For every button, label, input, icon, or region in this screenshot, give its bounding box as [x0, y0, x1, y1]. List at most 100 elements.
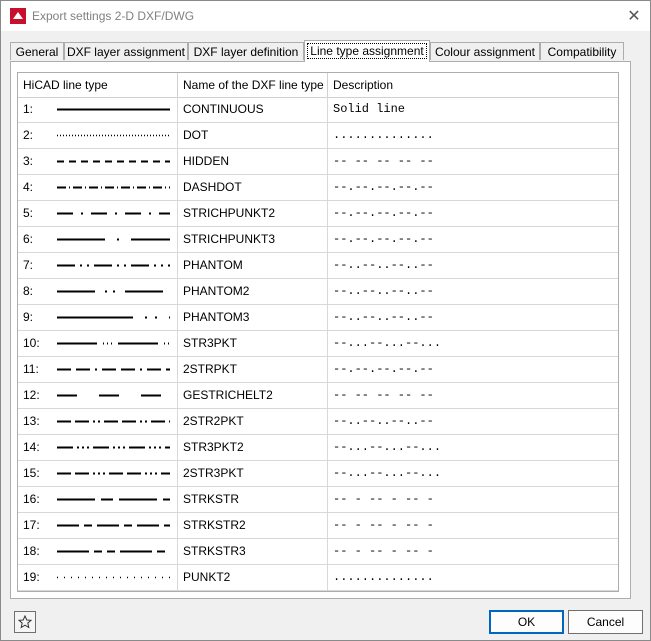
- cell-description[interactable]: -- - -- - -- -: [328, 513, 468, 538]
- cell-description[interactable]: -- - -- - -- -: [328, 487, 468, 512]
- table-row[interactable]: 8: PHANTOM2 --..--..--..--: [18, 279, 618, 305]
- cell-hicad-line-type[interactable]: 7:: [18, 253, 178, 278]
- tab-dxf-layer-definition[interactable]: DXF layer definition: [188, 42, 304, 60]
- table-row[interactable]: 4: DASHDOT --.--.--.--.--: [18, 175, 618, 201]
- cell-description[interactable]: --..--..--..--: [328, 279, 468, 304]
- table-row[interactable]: 2: DOT..............: [18, 123, 618, 149]
- cell-dxf-line-type-name[interactable]: GESTRICHELT2: [178, 383, 328, 408]
- cell-description[interactable]: Solid line: [328, 97, 468, 122]
- header-description[interactable]: Description: [328, 73, 618, 97]
- cell-description[interactable]: --...--...--...: [328, 435, 468, 460]
- cell-description[interactable]: --...--...--...: [328, 461, 468, 486]
- cell-hicad-line-type[interactable]: 10:: [18, 331, 178, 356]
- table-row[interactable]: 6: STRICHPUNKT3 --.--.--.--.--: [18, 227, 618, 253]
- ok-button[interactable]: OK: [489, 610, 564, 634]
- cell-hicad-line-type[interactable]: 8:: [18, 279, 178, 304]
- table-row[interactable]: 9: PHANTOM3 --..--..--..--: [18, 305, 618, 331]
- cell-hicad-line-type[interactable]: 1:: [18, 97, 178, 122]
- cell-hicad-line-type[interactable]: 11:: [18, 357, 178, 382]
- table-row[interactable]: 12: GESTRICHELT2 -- -- -- -- --: [18, 383, 618, 409]
- cell-dxf-line-type-name[interactable]: PHANTOM: [178, 253, 328, 278]
- cell-hicad-line-type[interactable]: 15:: [18, 461, 178, 486]
- tab-general[interactable]: General: [10, 42, 64, 60]
- tab-colour-assignment[interactable]: Colour assignment: [430, 42, 540, 60]
- cell-dxf-line-type-name[interactable]: CONTINUOUS: [178, 97, 328, 122]
- cell-hicad-line-type[interactable]: 9:: [18, 305, 178, 330]
- cell-hicad-line-type[interactable]: 16:: [18, 487, 178, 512]
- cell-dxf-line-type-name[interactable]: STRKSTR: [178, 487, 328, 512]
- cell-description[interactable]: ..............: [328, 565, 468, 590]
- table-row[interactable]: 15: 2STR3PKT --...--...--...: [18, 461, 618, 487]
- table-row[interactable]: 13: 2STR2PKT --..--..--..--: [18, 409, 618, 435]
- cell-dxf-line-type-name[interactable]: STR3PKT: [178, 331, 328, 356]
- cell-hicad-line-type[interactable]: 19:: [18, 565, 178, 590]
- line-type-sample: [57, 498, 170, 501]
- table-row[interactable]: 18: STRKSTR3 -- - -- - -- -: [18, 539, 618, 565]
- tab-compatibility[interactable]: Compatibility: [540, 42, 624, 60]
- line-type-sample: [57, 368, 170, 371]
- table-row[interactable]: 3: HIDDEN -- -- -- -- --: [18, 149, 618, 175]
- cell-description[interactable]: -- - -- - -- -: [328, 539, 468, 564]
- cell-hicad-line-type[interactable]: 4:: [18, 175, 178, 200]
- cell-hicad-line-type[interactable]: 17:: [18, 513, 178, 538]
- cell-hicad-line-type[interactable]: 12:: [18, 383, 178, 408]
- cell-hicad-line-type[interactable]: 13:: [18, 409, 178, 434]
- cell-dxf-line-type-name[interactable]: 2STRPKT: [178, 357, 328, 382]
- table-row[interactable]: 19: PUNKT2..............: [18, 565, 618, 591]
- table-row[interactable]: 11: 2STRPKT --.--.--.--.--: [18, 357, 618, 383]
- favorites-button[interactable]: [14, 611, 36, 633]
- cell-dxf-line-type-name[interactable]: STRICHPUNKT2: [178, 201, 328, 226]
- cell-dxf-line-type-name[interactable]: PHANTOM3: [178, 305, 328, 330]
- cell-hicad-line-type[interactable]: 2:: [18, 123, 178, 148]
- tab-dxf-layer-assignment[interactable]: DXF layer assignment: [64, 42, 188, 60]
- cell-dxf-line-type-name[interactable]: DASHDOT: [178, 175, 328, 200]
- row-number: 14:: [23, 440, 40, 454]
- table-row[interactable]: 14: STR3PKT2 --...--...--...: [18, 435, 618, 461]
- table-row[interactable]: 7: PHANTOM --..--..--..--: [18, 253, 618, 279]
- cell-description[interactable]: ..............: [328, 123, 468, 148]
- row-number: 17:: [23, 518, 40, 532]
- cell-dxf-line-type-name[interactable]: STRICHPUNKT3: [178, 227, 328, 252]
- cell-dxf-line-type-name[interactable]: STRKSTR2: [178, 513, 328, 538]
- cell-description[interactable]: --.--.--.--.--: [328, 201, 468, 226]
- header-dxf-line-type-name[interactable]: Name of the DXF line type: [178, 73, 328, 97]
- cell-hicad-line-type[interactable]: 6:: [18, 227, 178, 252]
- line-type-table[interactable]: HiCAD line type Name of the DXF line typ…: [17, 72, 619, 592]
- cell-description[interactable]: --.--.--.--.--: [328, 357, 468, 382]
- tab-label: DXF layer assignment: [66, 45, 186, 59]
- row-number: 15:: [23, 466, 40, 480]
- table-row[interactable]: 5: STRICHPUNKT2 --.--.--.--.--: [18, 201, 618, 227]
- cell-hicad-line-type[interactable]: 5:: [18, 201, 178, 226]
- cell-description[interactable]: -- -- -- -- --: [328, 383, 468, 408]
- cell-dxf-line-type-name[interactable]: 2STR2PKT: [178, 409, 328, 434]
- cell-description[interactable]: -- -- -- -- --: [328, 149, 468, 174]
- table-row[interactable]: 10: STR3PKT --...--...--...: [18, 331, 618, 357]
- cell-description[interactable]: --.--.--.--.--: [328, 227, 468, 252]
- cancel-button[interactable]: Cancel: [568, 610, 643, 634]
- row-number: 4:: [23, 180, 34, 194]
- cell-description[interactable]: --..--..--..--: [328, 253, 468, 278]
- close-button[interactable]: ✕: [622, 5, 646, 27]
- table-row[interactable]: 1: CONTINUOUS Solid line: [18, 97, 618, 123]
- row-number: 10:: [23, 336, 40, 350]
- row-number: 2:: [23, 128, 34, 142]
- table-row[interactable]: 16: STRKSTR -- - -- - -- -: [18, 487, 618, 513]
- cell-description[interactable]: --..--..--..--: [328, 409, 468, 434]
- cell-hicad-line-type[interactable]: 18:: [18, 539, 178, 564]
- cell-description[interactable]: --.--.--.--.--: [328, 175, 468, 200]
- cell-dxf-line-type-name[interactable]: PUNKT2: [178, 565, 328, 590]
- header-hicad-line-type[interactable]: HiCAD line type: [18, 73, 178, 97]
- tab-line-type-assignment[interactable]: Line type assignment: [304, 40, 430, 62]
- cell-dxf-line-type-name[interactable]: STR3PKT2: [178, 435, 328, 460]
- cell-hicad-line-type[interactable]: 14:: [18, 435, 178, 460]
- cell-dxf-line-type-name[interactable]: STRKSTR3: [178, 539, 328, 564]
- cell-dxf-line-type-name[interactable]: 2STR3PKT: [178, 461, 328, 486]
- cell-hicad-line-type[interactable]: 3:: [18, 149, 178, 174]
- cell-dxf-line-type-name[interactable]: DOT: [178, 123, 328, 148]
- cell-description[interactable]: --..--..--..--: [328, 305, 468, 330]
- cell-dxf-line-type-name[interactable]: PHANTOM2: [178, 279, 328, 304]
- cell-dxf-line-type-name[interactable]: HIDDEN: [178, 149, 328, 174]
- table-row[interactable]: 17: STRKSTR2 -- - -- - -- -: [18, 513, 618, 539]
- cell-description[interactable]: --...--...--...: [328, 331, 468, 356]
- line-type-sample: [57, 264, 170, 267]
